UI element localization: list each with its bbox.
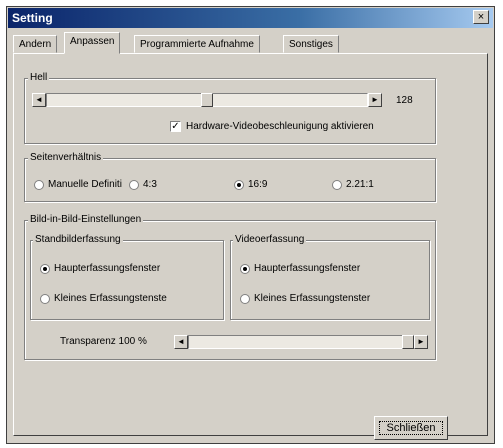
close-button[interactable]: Schließen: [374, 416, 448, 440]
tab-programmierte-aufnahme[interactable]: Programmierte Aufnahme: [134, 35, 260, 53]
video-main-label: Haupterfassungsfenster: [254, 263, 361, 274]
tab-anpassen[interactable]: Anpassen: [64, 32, 121, 54]
close-icon[interactable]: ×: [473, 10, 489, 24]
slider-thumb[interactable]: [201, 93, 213, 107]
settings-window: Setting × Andern Anpassen Programmierte …: [6, 6, 495, 444]
tab-panel: Hell ◄ ► 128 ✓ Hardware-Videobeschleunig…: [13, 53, 488, 440]
brightness-slider[interactable]: ◄ ►: [32, 92, 382, 108]
title-bar[interactable]: Setting ×: [8, 8, 493, 28]
pip-group-label: Bild-in-Bild-Einstellungen: [28, 214, 144, 225]
hw-accel-label: Hardware-Videobeschleunigung aktivieren: [186, 121, 374, 132]
focus-rect: [379, 421, 443, 435]
radio-4-3[interactable]: [129, 180, 139, 190]
tab-sonstiges[interactable]: Sonstiges: [283, 35, 339, 53]
video-capture-group: [230, 240, 430, 320]
scroll-right-icon[interactable]: ►: [368, 93, 382, 107]
transparency-slider[interactable]: ◄ ►: [174, 334, 428, 350]
brightness-value: 128: [396, 95, 413, 106]
scroll-left-icon[interactable]: ◄: [32, 93, 46, 107]
still-small-radio[interactable]: [40, 294, 50, 304]
still-main-label: Haupterfassungsfenster: [54, 263, 161, 274]
still-main-radio[interactable]: [40, 264, 50, 274]
video-small-radio[interactable]: [240, 294, 250, 304]
radio-manual-label: Manuelle Definiti: [48, 179, 122, 190]
tab-andern[interactable]: Andern: [13, 35, 58, 53]
aspect-group-label: Seitenverhältnis: [28, 152, 104, 163]
radio-dot-icon: [237, 183, 241, 187]
radio-2-21-1[interactable]: [332, 180, 342, 190]
radio-16-9[interactable]: [234, 180, 244, 190]
slider-track[interactable]: [188, 335, 414, 349]
scroll-left-icon[interactable]: ◄: [174, 335, 188, 349]
checkmark-icon: ✓: [171, 121, 180, 132]
radio-manual[interactable]: [34, 180, 44, 190]
radio-16-9-label: 16:9: [248, 179, 268, 190]
video-main-radio[interactable]: [240, 264, 250, 274]
radio-dot-icon: [243, 267, 247, 271]
brightness-group: [24, 78, 436, 144]
slider-thumb[interactable]: [402, 335, 414, 349]
video-small-label: Kleines Erfassungstenster: [254, 293, 371, 304]
radio-4-3-label: 4:3: [143, 179, 157, 190]
still-capture-group: [30, 240, 224, 320]
scroll-right-icon[interactable]: ►: [414, 335, 428, 349]
transparency-label: Transparenz 100 %: [60, 336, 147, 347]
hw-accel-checkbox[interactable]: ✓: [170, 121, 181, 132]
radio-2-21-1-label: 2.21:1: [346, 179, 374, 190]
window-title: Setting: [12, 11, 53, 25]
still-capture-label: Standbilderfassung: [33, 234, 123, 245]
radio-dot-icon: [43, 267, 47, 271]
video-capture-label: Videoerfassung: [233, 234, 307, 245]
brightness-group-label: Hell: [28, 72, 50, 83]
still-small-label: Kleines Erfassungstenste: [54, 293, 167, 304]
